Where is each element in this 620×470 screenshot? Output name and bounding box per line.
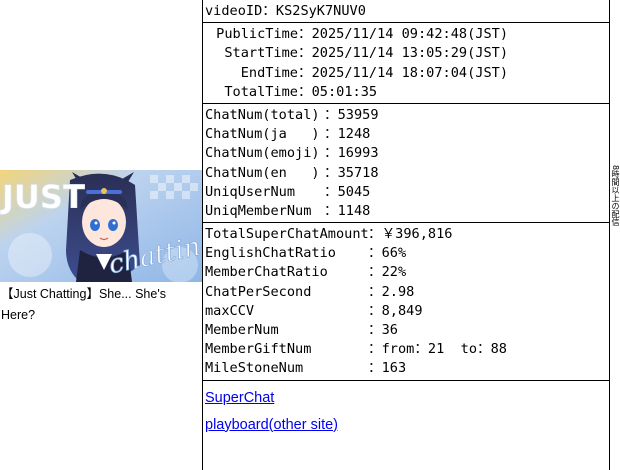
chat-emoji-label: ChatNum(emoji)	[205, 145, 320, 162]
time-section: PublicTime： 2025/11/14 09:42:48(JST) Star…	[203, 23, 609, 104]
separator: ：	[368, 226, 382, 243]
links-section: SuperChat playboard(other site)	[203, 381, 609, 439]
total-time-label: TotalTime	[224, 83, 298, 100]
separator: ：	[368, 283, 382, 300]
chat-total-value: 53959	[337, 106, 379, 123]
member-num-label: MemberNum	[205, 322, 279, 338]
video-id-row: videoID： KS2SyK7NUV0	[205, 2, 609, 21]
superchat-link[interactable]: SuperChat	[205, 385, 609, 412]
chat-total-label: ChatNum(total)	[205, 106, 320, 123]
start-time-value: 2025/11/14 13:05:29(JST)	[311, 45, 509, 62]
separator: ：	[324, 164, 338, 181]
stat-row: ChatPerSecond ： 2.98	[205, 283, 609, 302]
video-id-value: KS2SyK7NUV0	[275, 3, 366, 19]
stat-row: maxCCV ： 8,849	[205, 302, 609, 321]
end-time-label: EndTime	[240, 64, 298, 81]
max-ccv-value: 8,849	[381, 302, 423, 319]
chat-count-row: ChatNum(ja )： 1248	[205, 125, 609, 144]
chat-en-value: 35718	[337, 164, 379, 181]
member-gift-label: MemberGiftNum	[205, 341, 312, 358]
time-row: TotalTime： 05:01:35	[205, 83, 609, 102]
stat-row: MileStoneNum ： 163	[205, 359, 609, 378]
separator: ：	[262, 3, 276, 19]
time-row: PublicTime： 2025/11/14 09:42:48(JST)	[205, 25, 609, 44]
time-row: EndTime： 2025/11/14 18:07:04(JST)	[205, 64, 609, 83]
uniq-user-label: UniqUserNum	[205, 183, 320, 200]
member-num-value: 36	[381, 322, 398, 338]
chat-ja-value: 1248	[337, 126, 371, 143]
separator: ：	[368, 322, 382, 338]
milestone-value: 163	[381, 360, 407, 377]
side-note-text: 8時間以上の配信	[611, 165, 620, 227]
chat-count-row: UniqMemberNum ： 1148	[205, 202, 609, 221]
superchat-amount-value: ￥396,816	[381, 226, 453, 243]
public-time-label: PublicTime	[216, 26, 298, 43]
separator: ：	[324, 183, 338, 200]
separator: ：	[324, 145, 338, 162]
chat-per-second-label: ChatPerSecond	[205, 283, 312, 300]
video-id-label: videoID	[205, 3, 263, 19]
side-note: 8時間以上の配信	[611, 165, 620, 255]
separator: ：	[368, 341, 382, 358]
separator: ：	[324, 126, 338, 143]
playboard-link[interactable]: playboard(other site)	[205, 412, 609, 439]
uniq-member-value: 1148	[337, 202, 371, 219]
member-ratio-label: MemberChatRatio	[205, 264, 328, 281]
superchat-amount-label: TotalSuperChatAmount	[205, 226, 369, 243]
stats-panel: videoID： KS2SyK7NUV0 PublicTime： 2025/11/1…	[202, 0, 610, 470]
svg-text:JUST: JUST	[0, 178, 85, 216]
stat-row: EnglishChatRatio ： 66%	[205, 244, 609, 263]
separator: ：	[298, 64, 312, 81]
member-ratio-value: 22%	[381, 264, 407, 281]
left-column: JUST chatting 【Just Chatting】She... She'…	[0, 0, 202, 470]
chat-count-row: ChatNum(emoji)： 16993	[205, 144, 609, 163]
video-thumbnail[interactable]: JUST chatting	[0, 170, 202, 282]
separator: ：	[324, 106, 338, 123]
chat-count-section: ChatNum(total)： 53959 ChatNum(ja )： 1248 C…	[203, 104, 609, 224]
chat-en-label: ChatNum(en )	[205, 164, 320, 181]
chat-per-second-value: 2.98	[381, 283, 415, 300]
separator: ：	[368, 245, 382, 262]
separator: ：	[324, 202, 338, 219]
total-time-value: 05:01:35	[311, 83, 378, 100]
stat-row: TotalSuperChatAmount： ￥396,816	[205, 225, 609, 244]
video-id-section: videoID： KS2SyK7NUV0	[203, 0, 609, 24]
thumbnail-image: JUST chatting	[0, 170, 202, 282]
stats-section: TotalSuperChatAmount： ￥396,816 EnglishCha…	[203, 223, 609, 381]
chat-emoji-value: 16993	[337, 145, 379, 162]
english-ratio-value: 66%	[381, 245, 407, 262]
separator: ：	[368, 360, 382, 377]
chat-count-row: UniqUserNum ： 5045	[205, 183, 609, 202]
chat-count-row: ChatNum(en )： 35718	[205, 164, 609, 183]
chat-ja-label: ChatNum(ja )	[205, 126, 320, 143]
separator: ：	[298, 45, 312, 62]
separator: ：	[298, 83, 312, 100]
stat-row: MemberNum ： 36	[205, 321, 609, 340]
max-ccv-label: maxCCV	[205, 302, 255, 319]
stat-row: MemberChatRatio ： 22%	[205, 263, 609, 282]
separator: ：	[368, 264, 382, 281]
video-title[interactable]: 【Just Chatting】She... She's Here?	[1, 284, 199, 326]
separator: ：	[298, 26, 312, 43]
separator: ：	[368, 302, 382, 319]
chat-count-row: ChatNum(total)： 53959	[205, 106, 609, 125]
end-time-value: 2025/11/14 18:07:04(JST)	[311, 64, 509, 81]
milestone-label: MileStoneNum	[205, 360, 304, 377]
time-row: StartTime： 2025/11/14 13:05:29(JST)	[205, 44, 609, 63]
stat-row: MemberGiftNum ： from：21 to：88	[205, 340, 609, 359]
start-time-label: StartTime	[224, 45, 298, 62]
public-time-value: 2025/11/14 09:42:48(JST)	[311, 26, 509, 43]
english-ratio-label: EnglishChatRatio	[205, 245, 336, 262]
member-gift-value: from：21 to：88	[381, 341, 507, 358]
uniq-member-label: UniqMemberNum	[205, 202, 320, 219]
uniq-user-value: 5045	[337, 183, 371, 200]
